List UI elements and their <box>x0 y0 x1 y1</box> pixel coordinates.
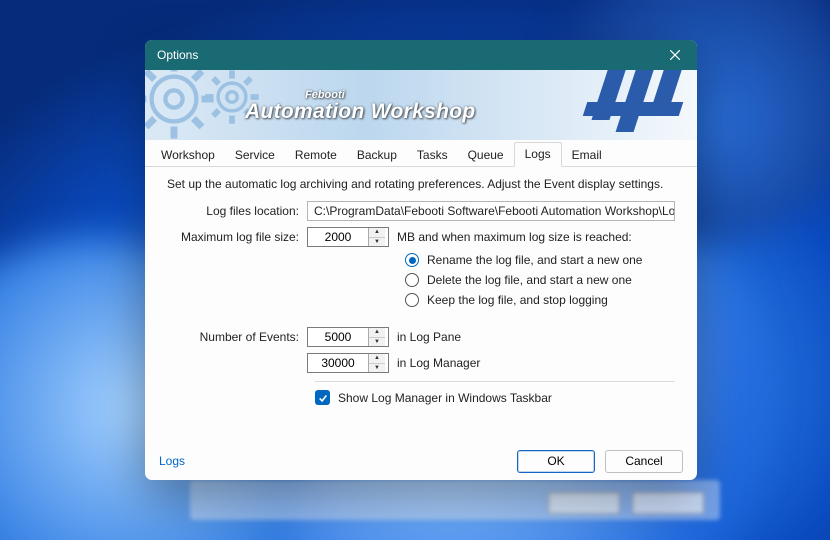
spinner-up-icon[interactable]: ▲ <box>369 354 385 364</box>
tab-tasks[interactable]: Tasks <box>407 144 458 167</box>
radio-option-2[interactable] <box>405 293 419 307</box>
options-dialog: Options <box>145 40 697 480</box>
tab-content-logs: Set up the automatic log archiving and r… <box>145 167 697 405</box>
radio-option-label: Keep the log file, and stop logging <box>427 293 608 307</box>
spinner-up-icon[interactable]: ▲ <box>369 228 385 238</box>
separator <box>315 381 675 382</box>
ok-button[interactable]: OK <box>517 450 595 473</box>
tab-service[interactable]: Service <box>225 144 285 167</box>
log-location-field[interactable]: C:\ProgramData\Febooti Software\Febooti … <box>307 201 675 221</box>
background-window-ghost <box>190 480 720 520</box>
checkmark-icon <box>318 393 328 403</box>
spinner-down-icon[interactable]: ▼ <box>369 364 385 373</box>
events-pane-input[interactable] <box>308 330 368 344</box>
logs-help-link[interactable]: Logs <box>159 454 185 468</box>
titlebar[interactable]: Options <box>145 40 697 70</box>
tab-description: Set up the automatic log archiving and r… <box>167 177 675 191</box>
radio-option-1[interactable] <box>405 273 419 287</box>
banner-stripes-icon <box>537 70 697 140</box>
show-log-manager-label: Show Log Manager in Windows Taskbar <box>338 391 552 405</box>
banner: Febooti Automation Workshop <box>145 70 697 140</box>
spinner-down-icon[interactable]: ▼ <box>369 238 385 247</box>
events-label: Number of Events: <box>167 330 307 344</box>
events-manager-stepper[interactable]: ▲ ▼ <box>307 353 389 373</box>
log-location-label: Log files location: <box>167 204 307 218</box>
desktop-background: Options <box>0 0 830 540</box>
spinner-up-icon[interactable]: ▲ <box>369 328 385 338</box>
tab-email[interactable]: Email <box>562 144 612 167</box>
events-manager-input[interactable] <box>308 356 368 370</box>
close-button[interactable] <box>653 40 697 70</box>
tab-workshop[interactable]: Workshop <box>151 144 225 167</box>
banner-title: Febooti Automation Workshop <box>245 90 475 124</box>
tab-strip: WorkshopServiceRemoteBackupTasksQueueLog… <box>145 143 697 167</box>
tab-backup[interactable]: Backup <box>347 144 407 167</box>
max-size-suffix: MB and when maximum log size is reached: <box>397 230 632 244</box>
tab-queue[interactable]: Queue <box>458 144 514 167</box>
spinner-down-icon[interactable]: ▼ <box>369 338 385 347</box>
cancel-button[interactable]: Cancel <box>605 450 683 473</box>
radio-option-label: Delete the log file, and start a new one <box>427 273 632 287</box>
max-size-input[interactable] <box>308 230 368 244</box>
radio-option-label: Rename the log file, and start a new one <box>427 253 642 267</box>
window-title: Options <box>157 48 198 62</box>
close-icon <box>670 50 680 60</box>
events-manager-suffix: in Log Manager <box>397 356 480 370</box>
show-log-manager-checkbox[interactable] <box>315 390 330 405</box>
tab-remote[interactable]: Remote <box>285 144 347 167</box>
tab-logs[interactable]: Logs <box>514 142 562 167</box>
max-size-stepper[interactable]: ▲ ▼ <box>307 227 389 247</box>
events-pane-stepper[interactable]: ▲ ▼ <box>307 327 389 347</box>
max-size-action-radio-group: Rename the log file, and start a new one… <box>405 253 675 307</box>
events-pane-suffix: in Log Pane <box>397 330 461 344</box>
dialog-footer: Logs OK Cancel <box>145 442 697 480</box>
max-size-label: Maximum log file size: <box>167 230 307 244</box>
radio-option-0[interactable] <box>405 253 419 267</box>
